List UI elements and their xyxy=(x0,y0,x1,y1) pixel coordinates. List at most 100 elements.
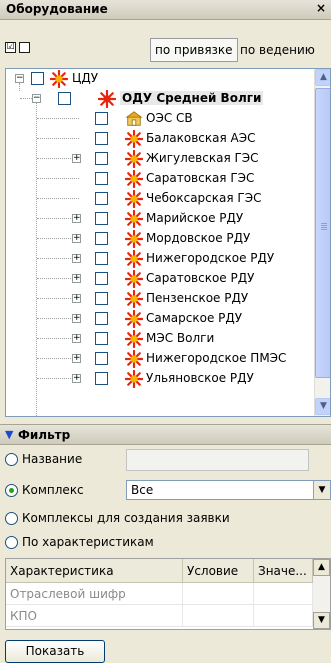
tree-checkbox[interactable] xyxy=(95,252,108,265)
tree-item[interactable]: Саратовская ГЭС xyxy=(6,169,314,189)
tree-item[interactable]: + Нижегородское РДУ xyxy=(6,249,314,269)
tree-checkbox[interactable] xyxy=(95,312,108,325)
tree-item[interactable]: + Нижегородское ПМЭС xyxy=(6,349,314,369)
grid-scroll-up-button[interactable]: ▲ xyxy=(313,559,330,576)
show-button[interactable]: Показать xyxy=(5,640,105,663)
collapse-toggle[interactable]: − xyxy=(15,74,24,83)
expand-toggle[interactable]: + xyxy=(72,354,81,363)
tree-item-label: Саратовская ГЭС xyxy=(146,171,255,185)
tree-row-root[interactable]: − ЦДУ xyxy=(6,69,314,89)
tree-checkbox[interactable] xyxy=(95,232,108,245)
tree-checkbox[interactable] xyxy=(95,132,108,145)
complex-select[interactable]: Все ▼ xyxy=(126,480,331,500)
tree-item-label: Балаковская АЭС xyxy=(146,131,256,145)
expand-toggle[interactable]: + xyxy=(72,294,81,303)
tree-guide-line xyxy=(37,138,79,139)
tree-checkbox[interactable] xyxy=(58,92,71,105)
tree-item[interactable]: + МЭС Волги xyxy=(6,329,314,349)
check-all-button[interactable]: ☑ xyxy=(5,42,16,53)
tree-scrollbar[interactable]: ▲ ▼ xyxy=(314,69,330,416)
tree-item[interactable]: + Ульяновское РДУ xyxy=(6,369,314,389)
expand-toggle[interactable]: + xyxy=(72,314,81,323)
uncheck-all-button[interactable] xyxy=(19,42,30,53)
tree-row-odu[interactable]: − ОДУ Средней Волги xyxy=(6,89,314,109)
tree-item-label: ЦДУ xyxy=(72,71,99,85)
column-header-value[interactable]: Значе... xyxy=(254,559,313,583)
tree-item[interactable]: + Саратовское РДУ xyxy=(6,269,314,289)
expand-toggle[interactable]: + xyxy=(72,274,81,283)
close-button[interactable]: × xyxy=(316,1,331,18)
expand-toggle[interactable]: + xyxy=(72,334,81,343)
tree-checkbox[interactable] xyxy=(31,72,44,85)
tree-item-label: Жигулевская ГЭС xyxy=(146,151,259,165)
building-icon xyxy=(125,111,143,126)
tree-item-label: ОДУ Средней Волги xyxy=(120,91,264,105)
collapse-toggle[interactable]: − xyxy=(32,94,41,103)
panel-title: Оборудование xyxy=(6,2,108,16)
sun-icon xyxy=(125,190,143,208)
tree-checkbox[interactable] xyxy=(95,212,108,225)
table-cell[interactable]: КПО xyxy=(6,605,183,627)
sun-icon xyxy=(125,130,143,148)
tree-checkbox[interactable] xyxy=(95,292,108,305)
grid-scrollbar[interactable]: ▲ ▼ xyxy=(313,559,330,629)
filter-header[interactable]: ▼ Фильтр xyxy=(0,424,331,445)
grid-scroll-down-button[interactable]: ▼ xyxy=(313,612,330,629)
tree-checkbox[interactable] xyxy=(95,372,108,385)
table-cell[interactable] xyxy=(254,605,313,627)
radio-complex-label: Комплекс xyxy=(22,483,84,497)
sun-icon xyxy=(125,250,143,268)
expand-toggle[interactable]: + xyxy=(72,374,81,383)
sun-icon xyxy=(125,270,143,288)
table-cell[interactable]: Отраслевой шифр xyxy=(6,583,183,605)
tree-checkbox[interactable] xyxy=(95,112,108,125)
tree-checkbox[interactable] xyxy=(95,332,108,345)
scroll-thumb[interactable] xyxy=(315,88,330,378)
tree-item-label: Мордовское РДУ xyxy=(146,231,251,245)
tree-item[interactable]: + Марийское РДУ xyxy=(6,209,314,229)
radio-characteristics[interactable] xyxy=(5,536,18,549)
by-binding-button[interactable]: по привязке xyxy=(150,38,238,62)
tree-item[interactable]: + Жигулевская ГЭС xyxy=(6,149,314,169)
radio-complex[interactable] xyxy=(5,484,18,497)
tree-item[interactable]: Чебоксарская ГЭС xyxy=(6,189,314,209)
tree-checkbox[interactable] xyxy=(95,192,108,205)
column-header-characteristic[interactable]: Характеристика xyxy=(6,559,183,583)
tree-item-label: ОЭС СВ xyxy=(146,111,193,125)
scroll-down-button[interactable]: ▼ xyxy=(315,398,330,415)
expand-toggle[interactable]: + xyxy=(72,234,81,243)
table-cell[interactable] xyxy=(183,583,254,605)
tree-item[interactable]: ОЭС СВ xyxy=(6,109,314,129)
tree-rows: − ЦДУ − ОДУ Средней Волги ОЭС СВ Балаков… xyxy=(6,69,314,416)
expand-toggle[interactable]: + xyxy=(72,214,81,223)
tree-guide-line xyxy=(20,98,32,99)
scroll-up-button[interactable]: ▲ xyxy=(315,69,330,86)
tree-item[interactable]: + Пензенское РДУ xyxy=(6,289,314,309)
column-header-condition[interactable]: Условие xyxy=(183,559,254,583)
expand-toggle[interactable]: + xyxy=(72,254,81,263)
radio-name[interactable] xyxy=(5,453,18,466)
tree-item-label: Саратовское РДУ xyxy=(146,271,255,285)
sun-icon xyxy=(125,370,143,388)
tree-item[interactable]: + Мордовское РДУ xyxy=(6,229,314,249)
table-cell[interactable] xyxy=(254,583,313,605)
name-input[interactable] xyxy=(126,449,309,471)
table-cell[interactable] xyxy=(183,605,254,627)
tree-checkbox[interactable] xyxy=(95,152,108,165)
tree-item-label: Нижегородское ПМЭС xyxy=(146,351,287,365)
tree-checkbox[interactable] xyxy=(95,272,108,285)
tree-item-label: Ульяновское РДУ xyxy=(146,371,254,385)
sun-icon xyxy=(125,290,143,308)
chevron-down-icon[interactable]: ▼ xyxy=(313,481,330,499)
tree-item[interactable]: Балаковская АЭС xyxy=(6,129,314,149)
expand-toggle[interactable]: + xyxy=(72,154,81,163)
tree-item-label: Нижегородское РДУ xyxy=(146,251,275,265)
tree-checkbox[interactable] xyxy=(95,352,108,365)
radio-complexes[interactable] xyxy=(5,512,18,525)
tree-item[interactable]: + Самарское РДУ xyxy=(6,309,314,329)
tree-guide-line xyxy=(37,118,79,119)
tree-checkbox[interactable] xyxy=(95,172,108,185)
by-management-button[interactable]: по ведению xyxy=(235,38,320,62)
equipment-tree[interactable]: − ЦДУ − ОДУ Средней Волги ОЭС СВ Балаков… xyxy=(5,68,331,417)
characteristics-grid[interactable]: Характеристика Условие Значе... Отраслев… xyxy=(5,558,331,630)
